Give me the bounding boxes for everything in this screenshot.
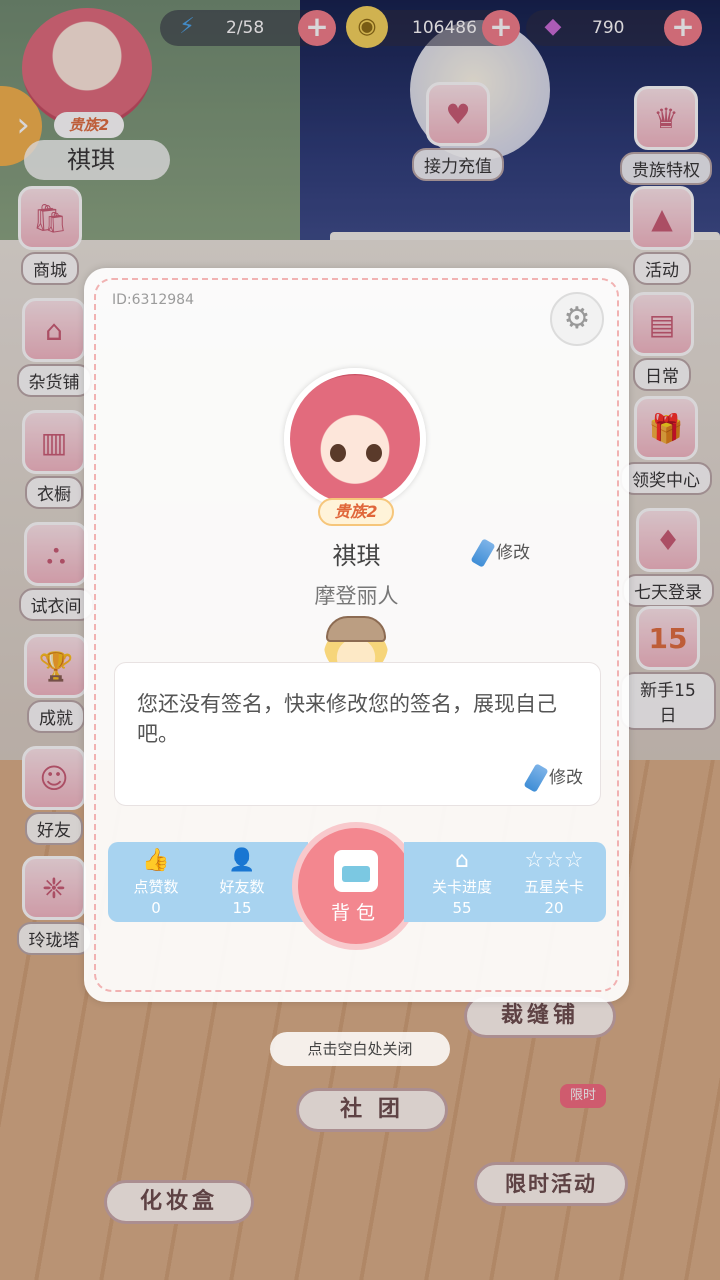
- progress-stat: ⌂ 关卡进度 55: [414, 848, 510, 917]
- backpack-label: 背包: [330, 902, 381, 924]
- edit-name-label: 修改: [496, 543, 530, 563]
- backpack-button[interactable]: 背包: [292, 822, 420, 950]
- edit-name-button[interactable]: 修改: [470, 538, 530, 568]
- player-avatar: [284, 368, 426, 510]
- avatar-eye-right: [366, 444, 382, 462]
- five-star-value: 20: [544, 899, 564, 917]
- likes-stat: 👍 点赞数 0: [108, 848, 204, 917]
- person-icon: 👤: [228, 848, 256, 873]
- player-title: 摩登丽人: [314, 584, 399, 608]
- signature-text: 您还没有签名，快来修改您的签名，展现自己吧。: [137, 692, 557, 746]
- profile-card: ID:6312984 ⚙ 贵族2 祺琪 修改 摩登丽人 您还没有签名，快来修改您…: [84, 268, 629, 1002]
- close-hint: 点击空白处关闭: [270, 1032, 450, 1066]
- backpack-icon: [334, 850, 378, 892]
- edit-signature-label: 修改: [549, 768, 583, 788]
- mascot-hat-icon: [326, 616, 386, 642]
- pencil-icon: [523, 763, 549, 793]
- friends-value: 15: [232, 899, 252, 917]
- player-name: 祺琪: [332, 542, 381, 570]
- friends-stat: 👤 好友数 15: [194, 848, 290, 917]
- vip-badge: 贵族2: [318, 498, 394, 526]
- settings-gear-icon[interactable]: ⚙: [550, 292, 604, 346]
- stats-panel-right: ⌂ 关卡进度 55 ☆☆☆ 五星关卡 20: [404, 842, 606, 922]
- progress-value: 55: [452, 899, 472, 917]
- edit-signature-button[interactable]: 修改: [523, 763, 583, 793]
- player-id: ID:6312984: [112, 292, 194, 308]
- five-star-stat: ☆☆☆ 五星关卡 20: [506, 848, 602, 917]
- stars-icon: ☆☆☆: [524, 848, 584, 873]
- likes-value: 0: [151, 899, 161, 917]
- likes-label: 点赞数: [133, 878, 179, 896]
- five-star-label: 五星关卡: [523, 878, 584, 896]
- avatar-eye-left: [330, 444, 346, 462]
- house-icon: ⌂: [455, 848, 469, 873]
- stats-panel-left: 👍 点赞数 0 👤 好友数 15: [108, 842, 308, 922]
- friends-label: 好友数: [219, 878, 265, 896]
- thumbs-up-icon: 👍: [142, 848, 170, 873]
- progress-label: 关卡进度: [431, 878, 492, 896]
- signature-box: 您还没有签名，快来修改您的签名，展现自己吧。 修改: [114, 662, 601, 806]
